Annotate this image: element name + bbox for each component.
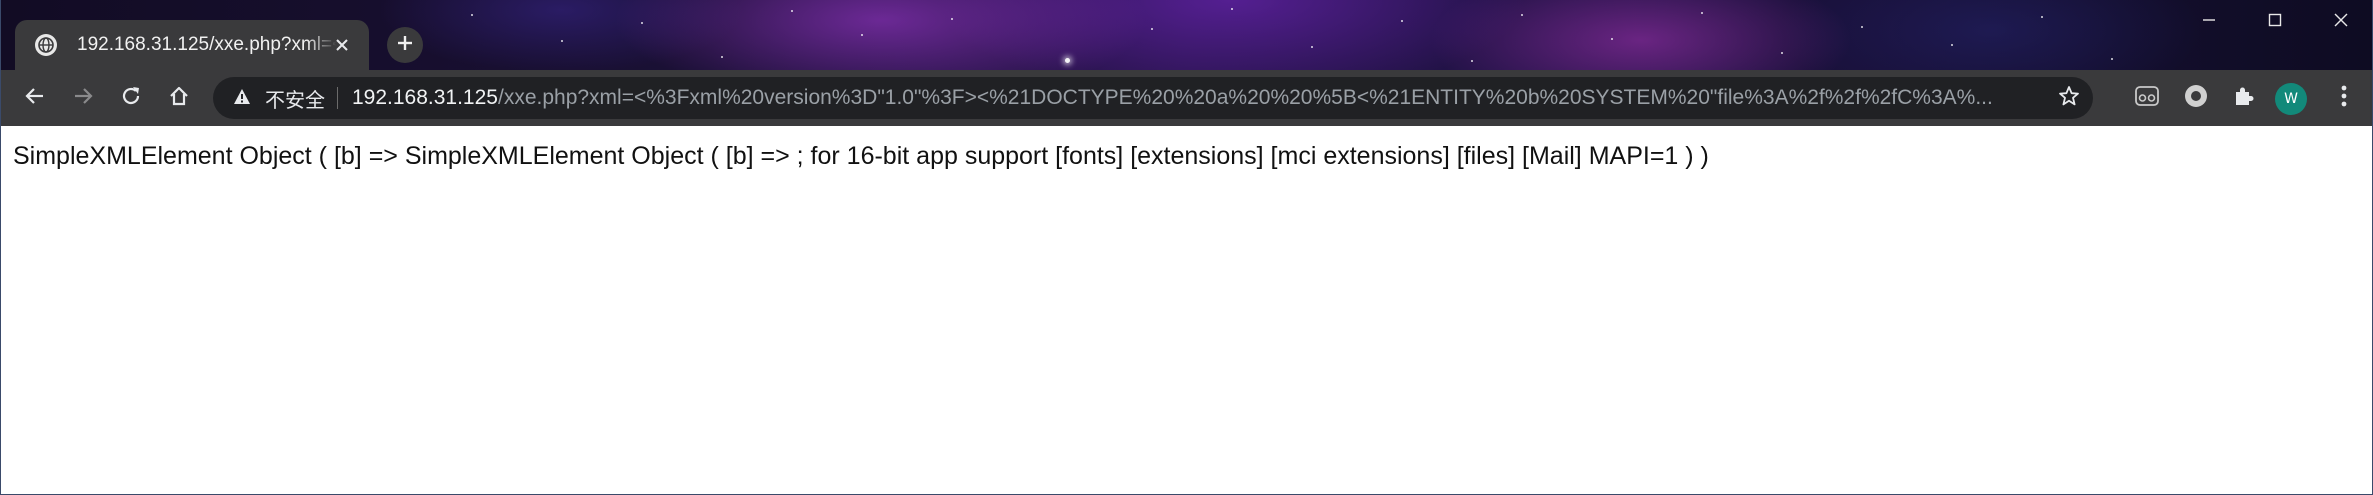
star-decoration [1231,8,1233,10]
star-decoration [561,40,563,42]
window-controls [2176,0,2372,44]
new-tab-button[interactable] [387,27,423,63]
star-decoration [2111,58,2113,60]
extension-button[interactable] [2179,81,2213,115]
extension-button[interactable] [2130,81,2164,115]
arrow-left-icon [24,85,46,112]
star-decoration [471,14,473,16]
url-path: /xxe.php?xml=<%3Fxml%20version%3D"1.0"%3… [497,86,1993,109]
star-decoration [1781,52,1783,54]
glasses-icon [2134,85,2160,112]
circle-icon [2183,83,2209,114]
reload-icon [120,85,142,112]
avatar[interactable]: W [2275,83,2307,115]
star-decoration [791,10,793,12]
star-decoration [1951,44,1953,46]
plus-icon [396,34,414,57]
star-decoration [951,18,953,20]
back-button[interactable] [15,78,55,118]
url-text[interactable]: 192.168.31.125/xxe.php?xml=<%3Fxml%20ver… [352,86,2062,110]
star-icon [2058,85,2080,112]
maximize-icon [2267,12,2283,33]
window-close-button[interactable] [2308,0,2372,44]
puzzle-icon [2232,84,2256,113]
security-label: 不安全 [265,87,325,112]
star-decoration [1311,46,1313,48]
browser-toolbar: 不安全 192.168.31.125/xxe.php?xml=<%3Fxml%2… [1,70,2372,126]
star-decoration [1151,28,1153,30]
star-decoration [1861,26,1863,28]
globe-icon [35,34,57,56]
url-host: 192.168.31.125 [352,86,498,109]
star-decoration [1065,58,1070,63]
star-decoration [1401,20,1403,22]
active-tab[interactable]: 192.168.31.125/xxe.php?xml=<%3Fxml [15,20,369,70]
star-decoration [641,22,643,24]
minimize-button[interactable] [2176,0,2242,44]
star-decoration [721,56,723,58]
close-icon [2333,12,2349,33]
star-decoration [1701,12,1703,14]
tab-title: 192.168.31.125/xxe.php?xml=<%3Fxml [77,34,337,55]
security-indicator[interactable]: 不安全 [233,84,325,113]
home-icon [168,85,190,112]
browser-menu-button[interactable] [2327,81,2361,115]
minimize-icon [2201,12,2217,33]
address-bar[interactable]: 不安全 192.168.31.125/xxe.php?xml=<%3Fxml%2… [213,77,2093,119]
star-decoration [2041,16,2043,18]
tab-strip: 192.168.31.125/xxe.php?xml=<%3Fxml [1,0,2372,70]
forward-button[interactable] [63,78,103,118]
star-decoration [1471,60,1473,62]
extensions-menu-button[interactable] [2227,81,2261,115]
page-content: SimpleXMLElement Object ( [b] => SimpleX… [1,126,2372,494]
close-icon[interactable] [331,34,353,56]
star-decoration [1611,38,1613,40]
kebab-menu-icon [2340,84,2348,113]
reload-button[interactable] [111,78,151,118]
avatar-initial: W [2284,91,2298,107]
star-decoration [1521,14,1523,16]
arrow-right-icon [72,85,94,112]
bookmark-button[interactable] [2057,85,2081,112]
divider [337,87,338,109]
home-button[interactable] [159,78,199,118]
warning-icon [233,86,251,110]
maximize-button[interactable] [2242,0,2308,44]
xml-output-text: SimpleXMLElement Object ( [b] => SimpleX… [13,142,1709,170]
browser-window: 192.168.31.125/xxe.php?xml=<%3Fxml [0,0,2373,495]
star-decoration [861,34,863,36]
